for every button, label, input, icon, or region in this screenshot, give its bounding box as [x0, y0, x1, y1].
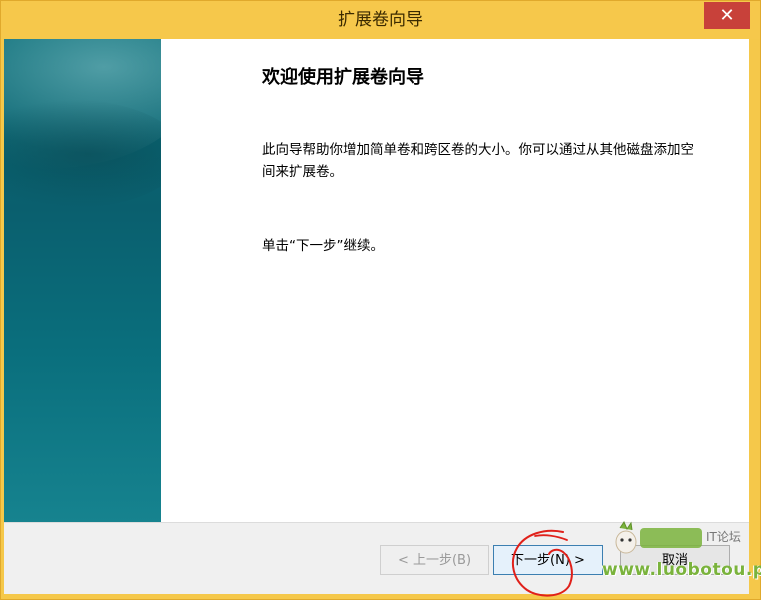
wizard-side-banner — [4, 39, 161, 522]
title-bar[interactable]: 扩展卷向导 ✕ — [1, 1, 760, 39]
watermark-forum-text: IT论坛 — [706, 530, 741, 544]
close-button[interactable]: ✕ — [704, 2, 750, 29]
description-text: 此向导帮助你增加简单卷和跨区卷的大小。你可以通过从其他磁盘添加空间来扩展卷。 — [262, 142, 694, 180]
wizard-window: 扩展卷向导 ✕ 欢迎使用扩展卷向导 此向导帮助你增加简单卷和跨区卷的大小。你可以… — [0, 0, 761, 600]
close-icon: ✕ — [719, 5, 735, 26]
back-button: < 上一步(B) — [380, 545, 489, 575]
luobotou-logo-icon — [615, 520, 702, 554]
wizard-client-area: 欢迎使用扩展卷向导 此向导帮助你增加简单卷和跨区卷的大小。你可以通过从其他磁盘添… — [4, 39, 749, 594]
watermark-url-text: www.luobotou.pw — [602, 560, 761, 580]
next-button[interactable]: 下一步(N) > — [493, 545, 603, 575]
instruction-text: 单击“下一步”继续。 — [262, 238, 384, 254]
banner-swirl-shadow — [4, 99, 161, 209]
window-title: 扩展卷向导 — [338, 10, 423, 30]
page-heading: 欢迎使用扩展卷向导 — [262, 67, 424, 88]
wizard-content: 欢迎使用扩展卷向导 此向导帮助你增加简单卷和跨区卷的大小。你可以通过从其他磁盘添… — [161, 39, 749, 522]
